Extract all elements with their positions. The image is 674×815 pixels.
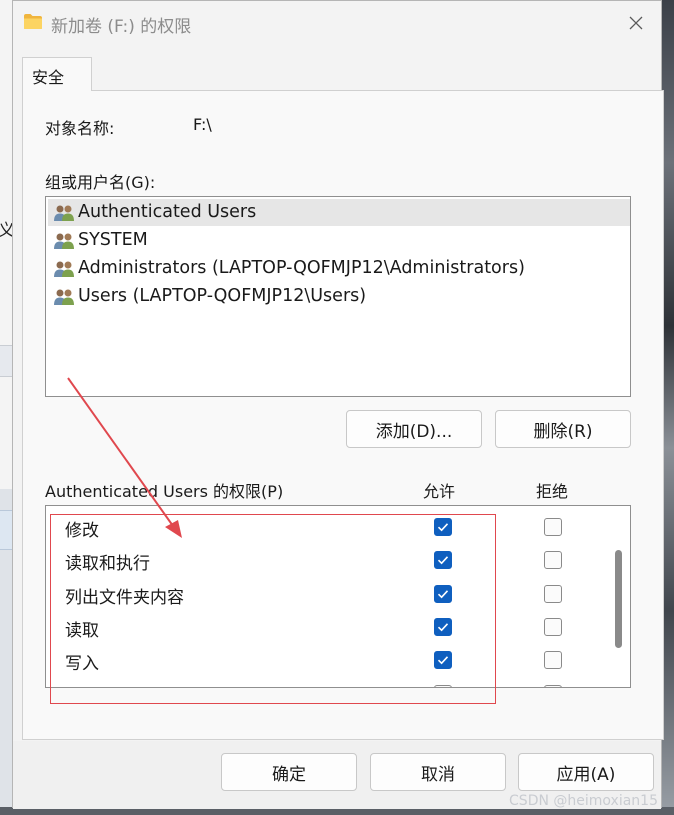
permission-name: 修改 <box>65 521 99 541</box>
object-name-value: F:\ <box>193 115 212 134</box>
users-label: 组或用户名(G): <box>45 173 156 192</box>
list-item-authenticated-users[interactable]: Authenticated Users <box>48 199 630 226</box>
tab-security[interactable]: 安全 <box>22 57 92 91</box>
title-bar[interactable]: 新加卷 (F:) 的权限 <box>13 1 661 45</box>
permission-name: 写入 <box>65 654 99 675</box>
permission-name: 读取 <box>65 620 99 641</box>
ok-button[interactable]: 确定 <box>221 753 357 791</box>
deny-checkbox[interactable] <box>544 551 562 570</box>
allow-checkbox[interactable] <box>434 684 452 687</box>
users-listbox[interactable]: Authenticated Users SYSTEM Administrator… <box>45 196 631 397</box>
permission-row: 读取 <box>46 610 606 643</box>
permission-row: 读取和执行 <box>46 543 606 576</box>
tab-label: 安全 <box>32 68 65 87</box>
background-row <box>0 510 12 550</box>
permission-name: 读取和执行 <box>65 554 150 575</box>
window-title: 新加卷 (F:) 的权限 <box>51 17 192 37</box>
user-group-icon <box>53 288 75 310</box>
list-item-label: SYSTEM <box>78 230 148 250</box>
allow-checkbox[interactable] <box>434 651 452 670</box>
object-name-label: 对象名称: <box>45 119 115 138</box>
allow-checkbox[interactable] <box>434 518 452 536</box>
scrollbar-thumb[interactable] <box>615 550 622 648</box>
close-button[interactable] <box>621 9 651 37</box>
folder-icon <box>23 13 43 34</box>
user-group-icon <box>53 232 75 254</box>
deny-checkbox[interactable] <box>544 584 562 603</box>
permissions-dialog: 新加卷 (F:) 的权限 安全 对象名称: F:\ 组或用户名(G): Auth… <box>12 0 664 809</box>
cancel-button[interactable]: 取消 <box>370 753 506 791</box>
list-item-administrators[interactable]: Administrators (LAPTOP-QOFMJP12\Administ… <box>48 255 630 282</box>
list-item-label: Users (LAPTOP-QOFMJP12\Users) <box>78 286 367 306</box>
deny-column-header: 拒绝 <box>536 482 569 501</box>
user-group-icon <box>53 204 75 226</box>
deny-checkbox[interactable] <box>544 518 562 536</box>
permission-row: 特殊权限 <box>46 677 606 688</box>
apply-button[interactable]: 应用(A) <box>518 753 654 791</box>
list-item-label: Authenticated Users <box>78 202 257 222</box>
allow-checkbox[interactable] <box>434 551 452 570</box>
allow-checkbox[interactable] <box>434 617 452 636</box>
permission-name: 特殊权限 <box>65 683 133 688</box>
permission-row: 修改 <box>46 510 606 543</box>
list-item-users[interactable]: Users (LAPTOP-QOFMJP12\Users) <box>48 283 630 310</box>
list-item-system[interactable]: SYSTEM <box>48 227 630 254</box>
list-item-label: Administrators (LAPTOP-QOFMJP12\Administ… <box>78 258 525 278</box>
deny-checkbox[interactable] <box>544 651 562 670</box>
permission-name: 列出文件夹内容 <box>65 587 184 608</box>
deny-checkbox[interactable] <box>544 684 562 687</box>
permissions-listbox[interactable]: 修改读取和执行列出文件夹内容读取写入特殊权限 <box>45 505 631 688</box>
permissions-label: Authenticated Users 的权限(P) <box>45 482 284 501</box>
background-row <box>0 345 12 377</box>
permission-row: 列出文件夹内容 <box>46 577 606 610</box>
allow-column-header: 允许 <box>423 482 456 501</box>
remove-button[interactable]: 删除(R) <box>495 410 631 448</box>
deny-checkbox[interactable] <box>544 617 562 636</box>
watermark: CSDN @heimoxian15 <box>509 793 658 809</box>
permission-row: 写入 <box>46 643 606 676</box>
close-icon <box>629 16 643 30</box>
user-group-icon <box>53 260 75 282</box>
background-desktop-left: 义 <box>0 0 15 815</box>
allow-checkbox[interactable] <box>434 584 452 603</box>
add-button[interactable]: 添加(D)... <box>346 410 482 448</box>
